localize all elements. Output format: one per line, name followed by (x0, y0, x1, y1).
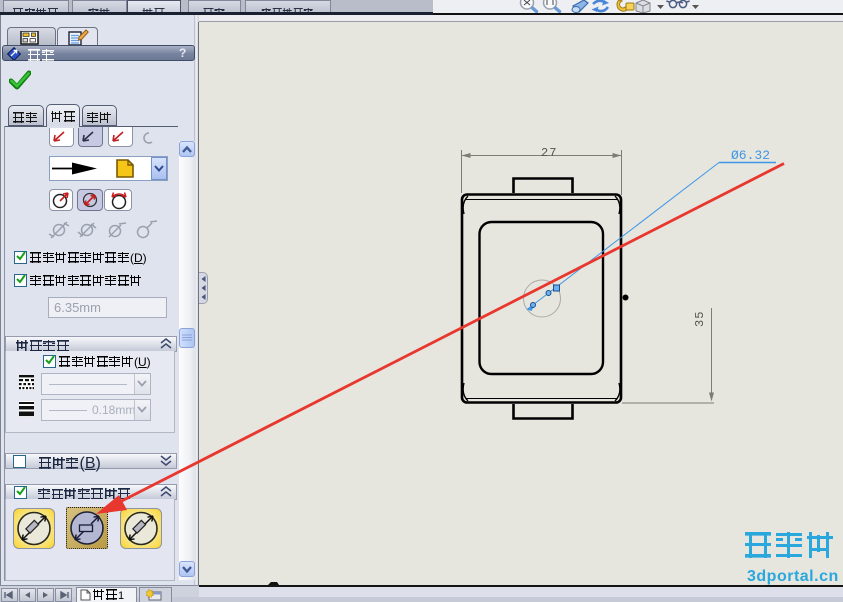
svg-text:35: 35 (693, 311, 707, 327)
svg-text:Ø6.32: Ø6.32 (731, 148, 770, 163)
svg-text:27: 27 (541, 146, 557, 160)
